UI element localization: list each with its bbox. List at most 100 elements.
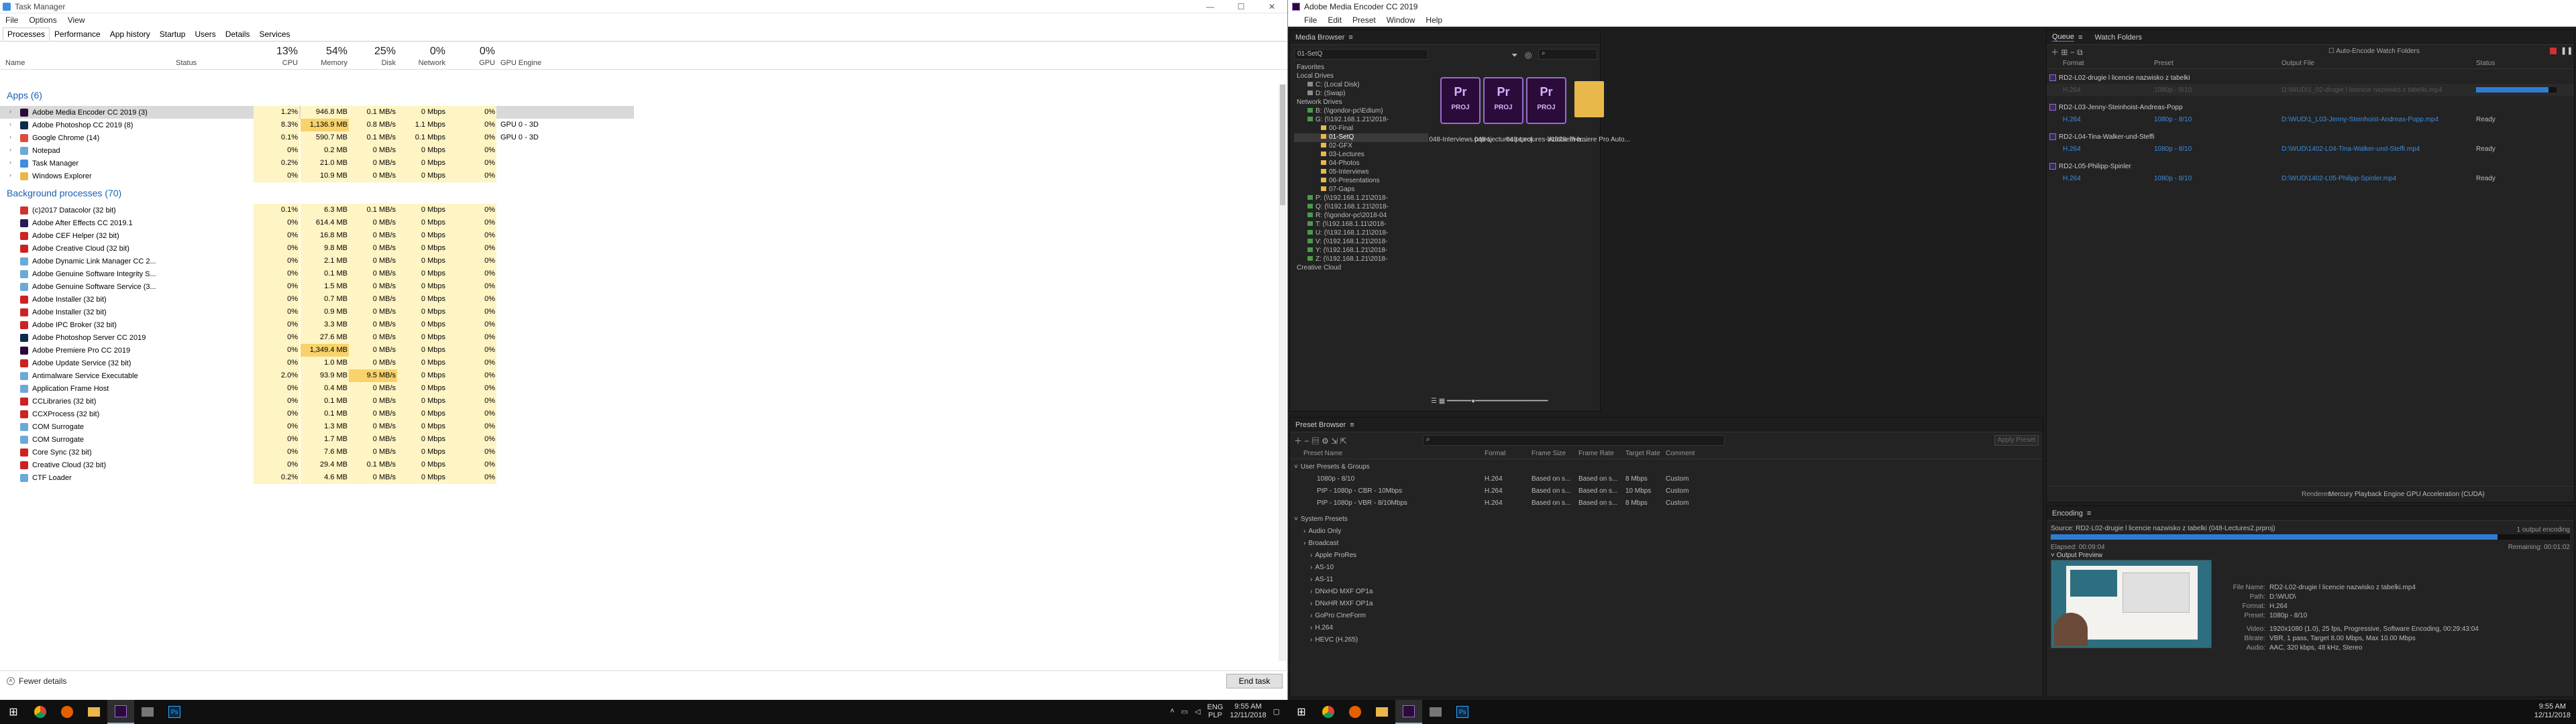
col-name[interactable]: Name — [5, 59, 25, 67]
section-header[interactable]: Background processes (70) — [0, 182, 634, 204]
output-file[interactable]: D:\WUD\1402-L05-Philipp-Spinler.mp4 — [2282, 172, 2396, 184]
tree-net-drive[interactable]: Q: (\\192.168.1.21\2018- — [1294, 203, 1428, 212]
preset-search-input[interactable]: ⌕ — [1423, 435, 1725, 446]
process-row[interactable]: Adobe CEF Helper (32 bit) 0% 16.8 MB 0 MB/s… — [0, 229, 634, 242]
section-header[interactable]: Apps (6) — [0, 84, 634, 106]
tree-folder[interactable]: 07-Gaps — [1294, 186, 1428, 194]
queue-output-row[interactable]: H.264 1080p - 8/10 D:\WUD\1402-L05-Philipp… — [2047, 172, 2574, 184]
taskbar-firefox[interactable] — [54, 700, 80, 724]
taskbar-photoshop[interactable]: Ps — [161, 700, 188, 724]
tab-details[interactable]: Details — [221, 27, 255, 41]
tab-processes[interactable]: Processes — [3, 27, 50, 41]
tree-net-drive[interactable]: V: (\\192.168.1.21\2018- — [1294, 238, 1428, 247]
add-output-icon[interactable]: ⊞ — [2061, 48, 2068, 57]
process-row[interactable]: › Adobe Photoshop CC 2019 (8) 8.3% 1,136.9 … — [0, 119, 634, 131]
process-row[interactable]: CCXProcess (32 bit) 0% 0.1 MB 0 MB/s 0 Mbps 0… — [0, 408, 634, 420]
minimize-button[interactable]: — — [1195, 0, 1226, 13]
process-row[interactable]: Core Sync (32 bit) 0% 7.6 MB 0 MB/s 0 Mbps 0% — [0, 446, 634, 459]
tree-net-drive[interactable]: P: (\\192.168.1.21\2018- — [1294, 194, 1428, 203]
system-preset-item[interactable]: › DNxHR MXF OP1a — [1310, 597, 1373, 609]
process-row[interactable]: › Task Manager 0.2% 21.0 MB 0 MB/s 0 Mbps 0% — [0, 157, 634, 170]
fewer-details-link[interactable]: Fewer details — [19, 676, 66, 686]
language-indicator[interactable]: ENG PLP — [1208, 703, 1224, 719]
output-format[interactable]: H.264 — [2063, 143, 2081, 155]
col-memory[interactable]: Memory — [302, 59, 347, 67]
output-format[interactable]: H.264 — [2063, 113, 2081, 125]
ame-menu-file[interactable]: File — [1304, 15, 1317, 25]
process-row[interactable]: Adobe IPC Broker (32 bit) 0% 3.3 MB 0 MB/s 0… — [0, 318, 634, 331]
expand-chevron-icon[interactable]: › — [9, 159, 11, 166]
preset-name[interactable]: PIP - 1080p - CBR - 10Mbps — [1317, 485, 1402, 497]
tree-folder[interactable]: 01-SetQ — [1294, 133, 1428, 142]
preset-col[interactable]: Frame Rate — [1578, 450, 1614, 457]
tree-drive[interactable]: C: (Local Disk) — [1294, 81, 1428, 90]
panel-menu-icon[interactable]: ≡ — [2087, 509, 2091, 518]
col-status[interactable]: Status — [2476, 60, 2495, 67]
add-source-icon[interactable]: ＋ — [2051, 48, 2059, 57]
process-row[interactable]: COM Surrogate 0% 1.7 MB 0 MB/s 0 Mbps 0% — [0, 433, 634, 446]
col-cpu[interactable]: CPU — [255, 59, 298, 67]
tree-net-drive[interactable]: G: (\\192.168.1.21\2018- — [1294, 116, 1428, 125]
tray-chevron-icon[interactable]: ˄ — [1170, 707, 1174, 715]
folder-icon[interactable] — [1574, 81, 1604, 117]
preset-col[interactable]: Format — [1485, 450, 1506, 457]
taskbar-chrome[interactable] — [27, 700, 54, 724]
network-icon[interactable]: ▭ — [1181, 707, 1188, 716]
premiere-project-icon[interactable]: Pr PROJ — [1526, 77, 1566, 124]
menu-file[interactable]: File — [5, 15, 18, 25]
process-row[interactable]: Adobe Genuine Software Service (3... 0% 1.… — [0, 280, 634, 293]
system-preset-item[interactable]: › AS-11 — [1310, 573, 1333, 585]
preset-col[interactable]: Comment — [1666, 450, 1695, 457]
taskbar-chrome[interactable] — [1315, 700, 1342, 724]
notification-icon[interactable]: ▢ — [1273, 707, 1280, 716]
system-preset-item[interactable]: › Audio Only — [1303, 525, 1341, 537]
preset-col[interactable]: Preset Name — [1303, 450, 1342, 457]
queue-source-row[interactable]: RD2-L02-drugie l licencie nazwisko z tab… — [2049, 72, 2190, 84]
output-preset[interactable]: 1080p - 8/10 — [2154, 172, 2192, 184]
output-file[interactable]: D:\WUD\1402-L04-Tina-Walker-und-Steffi.m… — [2282, 143, 2420, 155]
tab-app-history[interactable]: App history — [105, 27, 155, 41]
taskbar-firefox[interactable] — [1342, 700, 1368, 724]
system-preset-item[interactable]: › DNxHD MXF OP1a — [1310, 585, 1373, 597]
tree-net-drive[interactable]: B: (\\gondor-pc\Edium) — [1294, 107, 1428, 116]
queue-output-row[interactable]: H.264 1080p - 8/10 D:\WUD\1402-L04-Tina-Wa… — [2047, 143, 2574, 155]
output-format[interactable]: H.264 — [2063, 84, 2081, 96]
close-button[interactable]: ✕ — [1256, 0, 1287, 13]
queue-output-row[interactable]: H.264 1080p - 8/10 D:\WUD\1_L03-Jenny-Stei… — [2047, 113, 2574, 125]
tree-net-drive[interactable]: T: (\\192.168.1.11\2018- — [1294, 221, 1428, 229]
output-file[interactable]: D:\WUD\1_L03-Jenny-Steinhoist-Andreas-Po… — [2282, 113, 2438, 125]
tree-network-drives[interactable]: Network Drives — [1294, 99, 1428, 107]
col-network[interactable]: Network — [397, 59, 445, 67]
process-row[interactable]: Adobe Premiere Pro CC 2019 0% 1,349.4 MB 0 … — [0, 344, 634, 357]
preset-name[interactable]: PIP - 1080p - VBR - 8/10Mbps — [1317, 497, 1407, 509]
premiere-project-icon[interactable]: Pr PROJ — [1483, 77, 1523, 124]
tree-net-drive[interactable]: Y: (\\192.168.1.21\2018- — [1294, 247, 1428, 255]
queue-output-row[interactable]: H.264 1080p - 8/10 D:\WUD\1_02-drugie l li… — [2047, 84, 2574, 96]
auto-encode-toggle[interactable]: ☐ Auto-Encode Watch Folders — [2328, 48, 2420, 55]
col-gpu[interactable]: GPU — [447, 59, 495, 67]
import-icon[interactable]: ⇲ — [1331, 436, 1338, 446]
export-icon[interactable]: ⇱ — [1340, 436, 1347, 446]
duplicate-icon[interactable]: ⧉ — [2077, 48, 2083, 57]
taskbar-explorer[interactable] — [80, 700, 107, 724]
process-row[interactable]: › Adobe Media Encoder CC 2019 (3) 1.2% 946.… — [0, 106, 634, 119]
process-row[interactable]: Adobe Update Service (32 bit) 0% 1.0 MB 0 M… — [0, 357, 634, 369]
media-search-input[interactable]: ⌕ — [1538, 49, 1597, 60]
process-row[interactable]: Adobe Dynamic Link Manager CC 2... 0% 2.1 … — [0, 255, 634, 267]
taskbar-photos[interactable] — [134, 700, 161, 724]
panel-menu-icon[interactable]: ≡ — [1348, 34, 1352, 42]
queue-source-row[interactable]: RD2-L04-Tina-Walker-und-Steffi — [2049, 131, 2154, 143]
preset-col[interactable]: Target Rate — [1625, 450, 1660, 457]
group-icon[interactable]: ▤ — [1311, 436, 1320, 446]
process-row[interactable]: CTF Loader 0.2% 4.6 MB 0 MB/s 0 Mbps 0% — [0, 471, 634, 484]
taskbar-media-encoder[interactable] — [1395, 700, 1422, 724]
tree-favorites[interactable]: Favorites — [1294, 64, 1428, 72]
maximize-button[interactable]: ☐ — [1226, 0, 1256, 13]
system-preset-item[interactable]: › H.264 — [1310, 621, 1333, 634]
process-scrollbar[interactable] — [1279, 84, 1287, 661]
queue-source-row[interactable]: RD2-L05-Philipp-Spinler — [2049, 160, 2131, 172]
process-row[interactable]: › Google Chrome (14) 0.1% 590.7 MB 0.1 MB/s 0… — [0, 131, 634, 144]
premiere-project-icon[interactable]: Pr PROJ — [1440, 77, 1481, 124]
col-format[interactable]: Format — [2063, 60, 2084, 67]
taskbar-photoshop[interactable]: Ps — [1449, 700, 1476, 724]
